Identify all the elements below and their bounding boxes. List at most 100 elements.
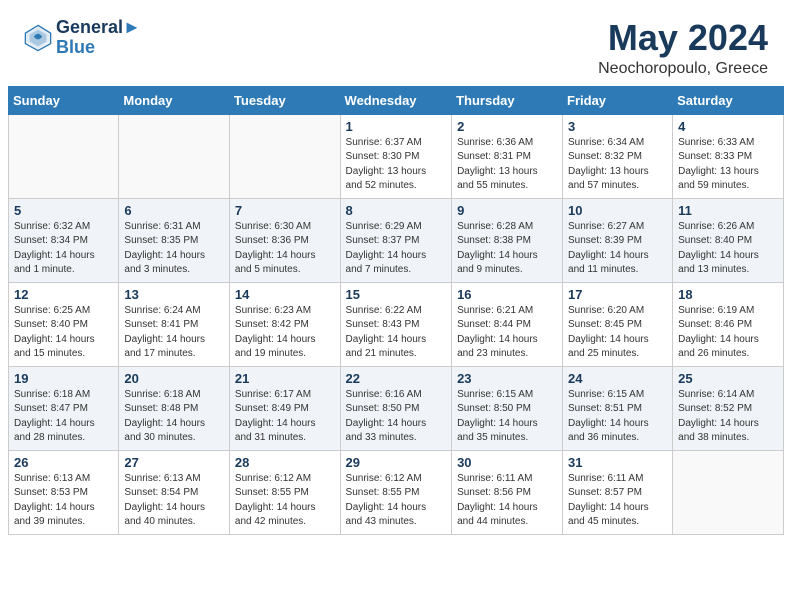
calendar-cell — [119, 114, 230, 198]
day-number: 21 — [235, 371, 335, 386]
day-number: 17 — [568, 287, 667, 302]
day-info: Sunrise: 6:29 AM Sunset: 8:37 PM Dayligh… — [346, 220, 447, 278]
day-info: Sunrise: 6:14 AM Sunset: 8:52 PM Dayligh… — [678, 388, 778, 446]
day-info: Sunrise: 6:19 AM Sunset: 8:46 PM Dayligh… — [678, 304, 778, 362]
col-wednesday: Wednesday — [340, 86, 452, 114]
day-info: Sunrise: 6:12 AM Sunset: 8:55 PM Dayligh… — [346, 472, 447, 530]
day-number: 13 — [124, 287, 224, 302]
calendar-cell: 24Sunrise: 6:15 AM Sunset: 8:51 PM Dayli… — [563, 366, 673, 450]
day-info: Sunrise: 6:15 AM Sunset: 8:51 PM Dayligh… — [568, 388, 667, 446]
day-number: 23 — [457, 371, 557, 386]
col-monday: Monday — [119, 86, 230, 114]
col-friday: Friday — [563, 86, 673, 114]
calendar-cell: 31 Sunrise: 6:11 AM Sunset: 8:57 PM Dayli… — [563, 450, 673, 534]
day-info: Sunrise: 6:36 AM Sunset: 8:31 PM Dayligh… — [457, 136, 557, 194]
logo-line2: Blue — [56, 38, 141, 58]
calendar-cell: 18 Sunrise: 6:19 AM Sunset: 8:46 PM Dayli… — [673, 282, 784, 366]
day-number: 26 — [14, 455, 113, 470]
logo: General► Blue — [24, 18, 141, 58]
calendar-cell — [9, 114, 119, 198]
calendar-cell: 23 Sunrise: 6:15 AM Sunset: 8:50 PM Dayli… — [452, 366, 563, 450]
day-info: Sunrise: 6:28 AM Sunset: 8:38 PM Dayligh… — [457, 220, 557, 278]
calendar-cell: 12Sunrise: 6:25 AM Sunset: 8:40 PM Dayli… — [9, 282, 119, 366]
day-info: Sunrise: 6:16 AM Sunset: 8:50 PM Dayligh… — [346, 388, 447, 446]
calendar-cell: 15 Sunrise: 6:22 AM Sunset: 8:43 PM Dayli… — [340, 282, 452, 366]
header: General► Blue May 2024 Neochoropoulo, Gr… — [0, 0, 792, 86]
calendar-cell: 1Sunrise: 6:37 AM Sunset: 8:30 PM Daylig… — [340, 114, 452, 198]
day-info: Sunrise: 6:33 AM Sunset: 8:33 PM Dayligh… — [678, 136, 778, 194]
day-info: Sunrise: 6:18 AM Sunset: 8:47 PM Dayligh… — [14, 388, 113, 446]
day-info: Sunrise: 6:11 AM Sunset: 8:57 PM Dayligh… — [568, 472, 667, 530]
calendar-cell: 17 Sunrise: 6:20 AM Sunset: 8:45 PM Dayli… — [563, 282, 673, 366]
day-info: Sunrise: 6:30 AM Sunset: 8:36 PM Dayligh… — [235, 220, 335, 278]
calendar-cell: 2 Sunrise: 6:36 AM Sunset: 8:31 PM Daylig… — [452, 114, 563, 198]
day-info: Sunrise: 6:13 AM Sunset: 8:53 PM Dayligh… — [14, 472, 113, 530]
calendar-header-row: Sunday Monday Tuesday Wednesday Thursday… — [9, 86, 784, 114]
day-number: 25 — [678, 371, 778, 386]
calendar-cell: 19 Sunrise: 6:18 AM Sunset: 8:47 PM Dayli… — [9, 366, 119, 450]
day-info: Sunrise: 6:12 AM Sunset: 8:55 PM Dayligh… — [235, 472, 335, 530]
day-info: Sunrise: 6:11 AM Sunset: 8:56 PM Dayligh… — [457, 472, 557, 530]
calendar-cell: 11 Sunrise: 6:26 AM Sunset: 8:40 PM Dayli… — [673, 198, 784, 282]
day-info: Sunrise: 6:37 AM Sunset: 8:30 PM Dayligh… — [346, 136, 447, 194]
day-info: Sunrise: 6:18 AM Sunset: 8:48 PM Dayligh… — [124, 388, 224, 446]
day-number: 29 — [346, 455, 447, 470]
calendar-cell: 22 Sunrise: 6:16 AM Sunset: 8:50 PM Dayli… — [340, 366, 452, 450]
day-number: 30 — [457, 455, 557, 470]
week-row-1: 1Sunrise: 6:37 AM Sunset: 8:30 PM Daylig… — [9, 114, 784, 198]
calendar-cell: 20 Sunrise: 6:18 AM Sunset: 8:48 PM Dayli… — [119, 366, 230, 450]
week-row-5: 26 Sunrise: 6:13 AM Sunset: 8:53 PM Dayli… — [9, 450, 784, 534]
calendar-cell: 16Sunrise: 6:21 AM Sunset: 8:44 PM Dayli… — [452, 282, 563, 366]
day-number: 14 — [235, 287, 335, 302]
day-info: Sunrise: 6:27 AM Sunset: 8:39 PM Dayligh… — [568, 220, 667, 278]
day-number: 8 — [346, 203, 447, 218]
day-number: 20 — [124, 371, 224, 386]
day-number: 19 — [14, 371, 113, 386]
day-info: Sunrise: 6:21 AM Sunset: 8:44 PM Dayligh… — [457, 304, 557, 362]
day-info: Sunrise: 6:23 AM Sunset: 8:42 PM Dayligh… — [235, 304, 335, 362]
calendar-cell: 8 Sunrise: 6:29 AM Sunset: 8:37 PM Daylig… — [340, 198, 452, 282]
location-title: Neochoropoulo, Greece — [598, 60, 768, 78]
day-info: Sunrise: 6:26 AM Sunset: 8:40 PM Dayligh… — [678, 220, 778, 278]
calendar-cell: 7Sunrise: 6:30 AM Sunset: 8:36 PM Daylig… — [229, 198, 340, 282]
day-number: 31 — [568, 455, 667, 470]
day-number: 15 — [346, 287, 447, 302]
day-info: Sunrise: 6:32 AM Sunset: 8:34 PM Dayligh… — [14, 220, 113, 278]
logo-text: General► Blue — [56, 18, 141, 58]
title-block: May 2024 Neochoropoulo, Greece — [598, 18, 768, 78]
calendar-cell: 3Sunrise: 6:34 AM Sunset: 8:32 PM Daylig… — [563, 114, 673, 198]
day-number: 28 — [235, 455, 335, 470]
day-number: 18 — [678, 287, 778, 302]
day-number: 12 — [14, 287, 113, 302]
col-tuesday: Tuesday — [229, 86, 340, 114]
day-number: 22 — [346, 371, 447, 386]
day-info: Sunrise: 6:31 AM Sunset: 8:35 PM Dayligh… — [124, 220, 224, 278]
calendar-cell: 13 Sunrise: 6:24 AM Sunset: 8:41 PM Dayli… — [119, 282, 230, 366]
calendar-cell: 30 Sunrise: 6:11 AM Sunset: 8:56 PM Dayli… — [452, 450, 563, 534]
calendar-table: Sunday Monday Tuesday Wednesday Thursday… — [8, 86, 784, 535]
day-number: 10 — [568, 203, 667, 218]
logo-line1: General► — [56, 18, 141, 38]
day-info: Sunrise: 6:17 AM Sunset: 8:49 PM Dayligh… — [235, 388, 335, 446]
day-number: 2 — [457, 119, 557, 134]
calendar-cell: 5 Sunrise: 6:32 AM Sunset: 8:34 PM Daylig… — [9, 198, 119, 282]
day-number: 11 — [678, 203, 778, 218]
week-row-2: 5 Sunrise: 6:32 AM Sunset: 8:34 PM Daylig… — [9, 198, 784, 282]
day-info: Sunrise: 6:24 AM Sunset: 8:41 PM Dayligh… — [124, 304, 224, 362]
day-number: 5 — [14, 203, 113, 218]
calendar-cell: 29 Sunrise: 6:12 AM Sunset: 8:55 PM Dayli… — [340, 450, 452, 534]
day-info: Sunrise: 6:15 AM Sunset: 8:50 PM Dayligh… — [457, 388, 557, 446]
calendar-cell: 25 Sunrise: 6:14 AM Sunset: 8:52 PM Dayli… — [673, 366, 784, 450]
calendar-cell: 27Sunrise: 6:13 AM Sunset: 8:54 PM Dayli… — [119, 450, 230, 534]
day-info: Sunrise: 6:20 AM Sunset: 8:45 PM Dayligh… — [568, 304, 667, 362]
calendar-container: Sunday Monday Tuesday Wednesday Thursday… — [0, 86, 792, 543]
calendar-cell: 6Sunrise: 6:31 AM Sunset: 8:35 PM Daylig… — [119, 198, 230, 282]
day-info: Sunrise: 6:13 AM Sunset: 8:54 PM Dayligh… — [124, 472, 224, 530]
day-number: 3 — [568, 119, 667, 134]
day-number: 9 — [457, 203, 557, 218]
calendar-cell: 9 Sunrise: 6:28 AM Sunset: 8:38 PM Daylig… — [452, 198, 563, 282]
day-info: Sunrise: 6:22 AM Sunset: 8:43 PM Dayligh… — [346, 304, 447, 362]
calendar-cell: 10 Sunrise: 6:27 AM Sunset: 8:39 PM Dayli… — [563, 198, 673, 282]
day-number: 4 — [678, 119, 778, 134]
calendar-cell: 26 Sunrise: 6:13 AM Sunset: 8:53 PM Dayli… — [9, 450, 119, 534]
